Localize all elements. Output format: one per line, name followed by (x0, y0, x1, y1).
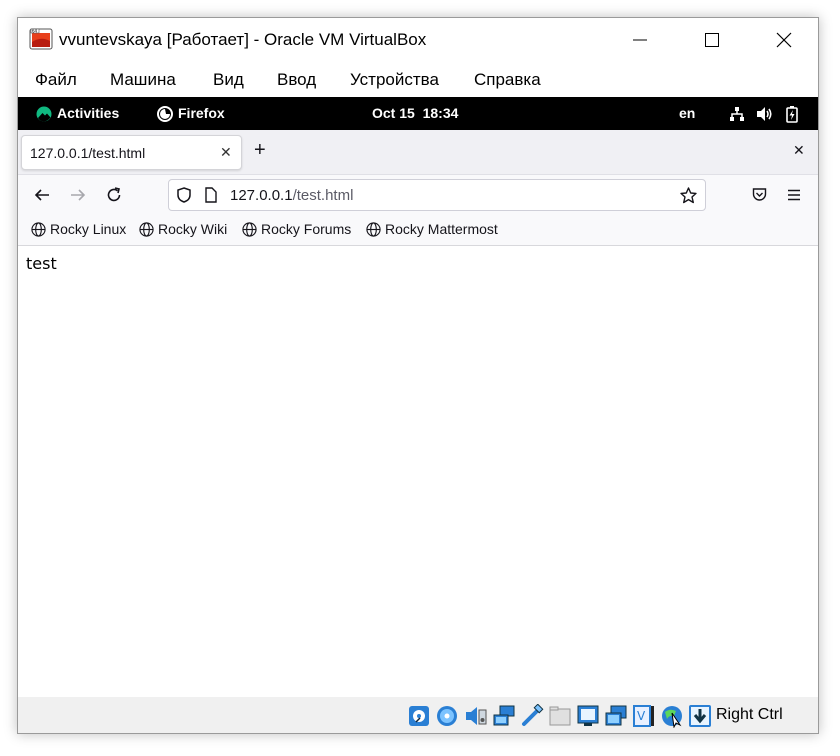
maximize-icon (705, 33, 719, 47)
pocket-button[interactable] (745, 181, 773, 209)
bookmark-label: Rocky Mattermost (385, 221, 498, 237)
host-key-label: Right Ctrl (716, 706, 783, 723)
menu-input[interactable]: Ввод (277, 70, 316, 90)
forward-button[interactable] (64, 181, 92, 209)
page-body-text: test (26, 254, 57, 273)
globe-icon (139, 221, 154, 237)
bookmark-rocky-linux[interactable]: Rocky Linux (31, 221, 126, 237)
display-icon[interactable] (576, 704, 600, 728)
shield-icon[interactable] (177, 187, 191, 203)
globe-icon (31, 221, 46, 237)
url-path: /test.html (292, 187, 354, 204)
tab-active[interactable]: 127.0.0.1/test.html ✕ (21, 135, 242, 170)
new-tab-button[interactable]: + (254, 139, 266, 162)
menu-icon (788, 189, 800, 201)
shared-folders-icon[interactable] (548, 704, 572, 728)
window-title: vvuntevskaya [Работает] - Oracle VM Virt… (59, 30, 427, 49)
tab-close-icon[interactable]: ✕ (220, 144, 232, 161)
bookmark-rocky-mattermost[interactable]: Rocky Mattermost (366, 221, 498, 237)
reload-icon (107, 187, 121, 202)
menu-devices[interactable]: Устройства (350, 70, 439, 90)
battery-icon[interactable] (786, 105, 798, 123)
close-window-icon[interactable]: ✕ (793, 142, 805, 159)
bookmark-rocky-forums[interactable]: Rocky Forums (242, 221, 351, 237)
maximize-button[interactable] (678, 18, 746, 62)
svg-text:64: 64 (32, 29, 38, 34)
bookmark-label: Rocky Forums (261, 221, 352, 237)
optical-disk-icon[interactable] (435, 704, 459, 728)
svg-text:V: V (637, 709, 646, 723)
menu-view[interactable]: Вид (213, 70, 244, 90)
rocky-logo-icon (36, 106, 52, 122)
bookmarks-toolbar: Rocky Linux Rocky Wiki Rocky Forums Rock… (18, 215, 818, 246)
url-text: 127.0.0.1/test.html (230, 187, 353, 204)
usb-icon[interactable] (520, 704, 544, 728)
minimize-icon (633, 39, 647, 41)
activities-button[interactable]: Activities (57, 105, 119, 121)
bookmark-label: Rocky Linux (50, 221, 127, 237)
bookmark-label: Rocky Wiki (158, 221, 228, 237)
app-menu-firefox[interactable]: Firefox (178, 105, 225, 121)
menu-file[interactable]: Файл (35, 70, 77, 90)
globe-icon (366, 221, 381, 237)
forward-icon (71, 189, 86, 201)
back-icon (34, 189, 49, 201)
network-adapter-icon[interactable] (492, 704, 516, 728)
audio-icon[interactable] (464, 704, 488, 728)
tab-title: 127.0.0.1/test.html (30, 145, 146, 161)
volume-icon[interactable] (756, 106, 774, 122)
title-bar[interactable]: 64 vvuntevskaya [Работает] - Oracle VM V… (18, 18, 818, 62)
vm-status-bar: V Right Ctrl (18, 697, 818, 733)
app-menu-button[interactable] (780, 181, 808, 209)
recording-icon[interactable]: V (632, 704, 656, 728)
network-icon[interactable] (729, 106, 745, 122)
virtualbox-vm-icon: 64 (29, 28, 53, 50)
close-window-button[interactable] (750, 18, 818, 62)
minimize-button[interactable] (606, 18, 674, 62)
menu-machine[interactable]: Машина (110, 70, 176, 90)
menu-help[interactable]: Справка (474, 70, 541, 90)
close-icon (776, 32, 792, 48)
reload-button[interactable] (100, 181, 128, 209)
clock[interactable]: Oct 15 18:34 (372, 105, 458, 121)
hard-disk-icon[interactable] (407, 704, 431, 728)
gnome-top-bar: Activities Firefox Oct 15 18:34 en (18, 97, 818, 130)
navigation-toolbar: 127.0.0.1/test.html (18, 174, 818, 215)
keyboard-capture-icon[interactable] (688, 704, 712, 728)
star-icon[interactable] (680, 187, 697, 204)
mouse-integration-icon[interactable] (660, 704, 684, 728)
back-button[interactable] (28, 181, 56, 209)
menu-bar: Файл Машина Вид Ввод Устройства Справка (18, 62, 818, 97)
tab-strip: 127.0.0.1/test.html ✕ + ✕ (18, 130, 818, 174)
page-icon[interactable] (205, 187, 217, 203)
globe-icon (242, 221, 257, 237)
url-host: 127.0.0.1 (230, 187, 293, 204)
virtualbox-window: 64 vvuntevskaya [Работает] - Oracle VM V… (17, 17, 819, 734)
pocket-icon (752, 188, 766, 201)
page-content: test (18, 246, 818, 697)
bookmark-rocky-wiki[interactable]: Rocky Wiki (139, 221, 227, 237)
url-bar[interactable]: 127.0.0.1/test.html (168, 179, 706, 211)
video-capture-icon[interactable] (604, 704, 628, 728)
firefox-icon (157, 106, 173, 122)
keyboard-language[interactable]: en (679, 105, 695, 121)
